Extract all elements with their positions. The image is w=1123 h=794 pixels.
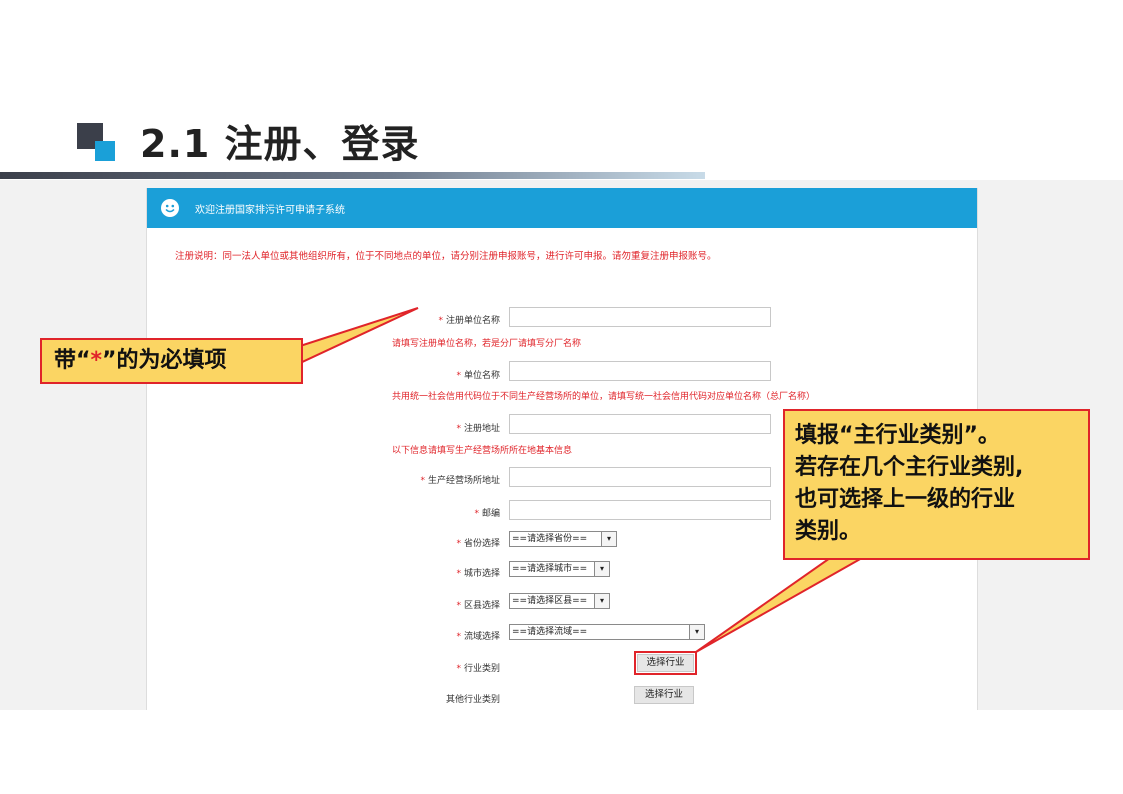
industry-callout-pointer bbox=[695, 557, 866, 653]
required-fields-callout: 带“*”的为必填项 bbox=[40, 338, 303, 384]
industry-callout-line: 若存在几个主行业类别, bbox=[795, 455, 1024, 480]
industry-callout-line: 也可选择上一级的行业 bbox=[795, 487, 1016, 512]
industry-callout-line: 填报“主行业类别”。 bbox=[795, 423, 1000, 448]
industry-callout: 填报“主行业类别”。 若存在几个主行业类别, 也可选择上一级的行业 类别。 bbox=[783, 409, 1090, 560]
required-callout-pointer bbox=[299, 307, 419, 365]
callout-pointers bbox=[299, 307, 866, 653]
industry-callout-line: 类别。 bbox=[795, 519, 862, 544]
